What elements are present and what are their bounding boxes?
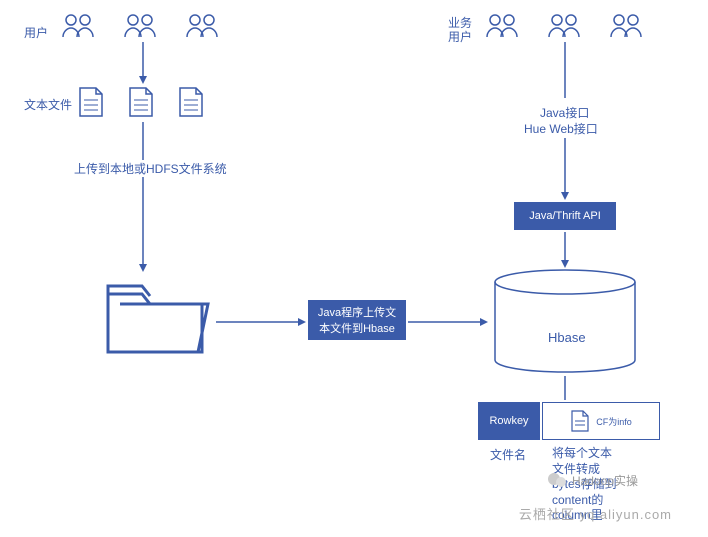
brand-label: Hadoop实操 (572, 472, 638, 489)
arrow-down-icon (139, 122, 147, 272)
arrow-down-icon (139, 42, 147, 84)
people-icon (122, 12, 158, 40)
arrow-right-icon (408, 318, 488, 326)
cf-label: CF为info (596, 415, 632, 428)
upload-box: Java程序上传文 本文件到Hbase (308, 300, 406, 340)
arrow-down-icon (561, 232, 569, 268)
document-icon (128, 86, 154, 118)
arrow-down-icon (561, 42, 569, 98)
arrow-down-icon (561, 376, 569, 400)
upload-text-label: 上传到本地或HDFS文件系统 (72, 160, 229, 177)
arrow-down-icon (561, 138, 569, 200)
document-icon (570, 409, 590, 433)
arrow-right-icon (216, 318, 306, 326)
people-icon (60, 12, 96, 40)
people-icon (184, 12, 220, 40)
filename-label: 文件名 (490, 446, 526, 463)
hue-api-label: Hue Web接口 (524, 120, 598, 137)
document-icon (78, 86, 104, 118)
left-user-label: 用户 (24, 24, 48, 41)
database-icon (490, 268, 640, 378)
right-user-label: 业务 用户 (448, 16, 472, 45)
people-icon (546, 12, 582, 40)
site-watermark: 云栖社区 yq.aliyun.com (519, 504, 672, 523)
people-icon (608, 12, 644, 40)
document-icon (178, 86, 204, 118)
folder-icon (102, 276, 212, 362)
java-api-label: Java接口 (540, 104, 589, 121)
people-icon (484, 12, 520, 40)
cf-box: CF为info (542, 402, 660, 440)
wechat-watermark: Hadoop实操 (546, 471, 638, 489)
file-label: 文本文件 (24, 96, 72, 113)
api-box: Java/Thrift API (514, 202, 616, 230)
rowkey-box: Rowkey (478, 402, 540, 440)
hbase-label: Hbase (548, 330, 586, 345)
